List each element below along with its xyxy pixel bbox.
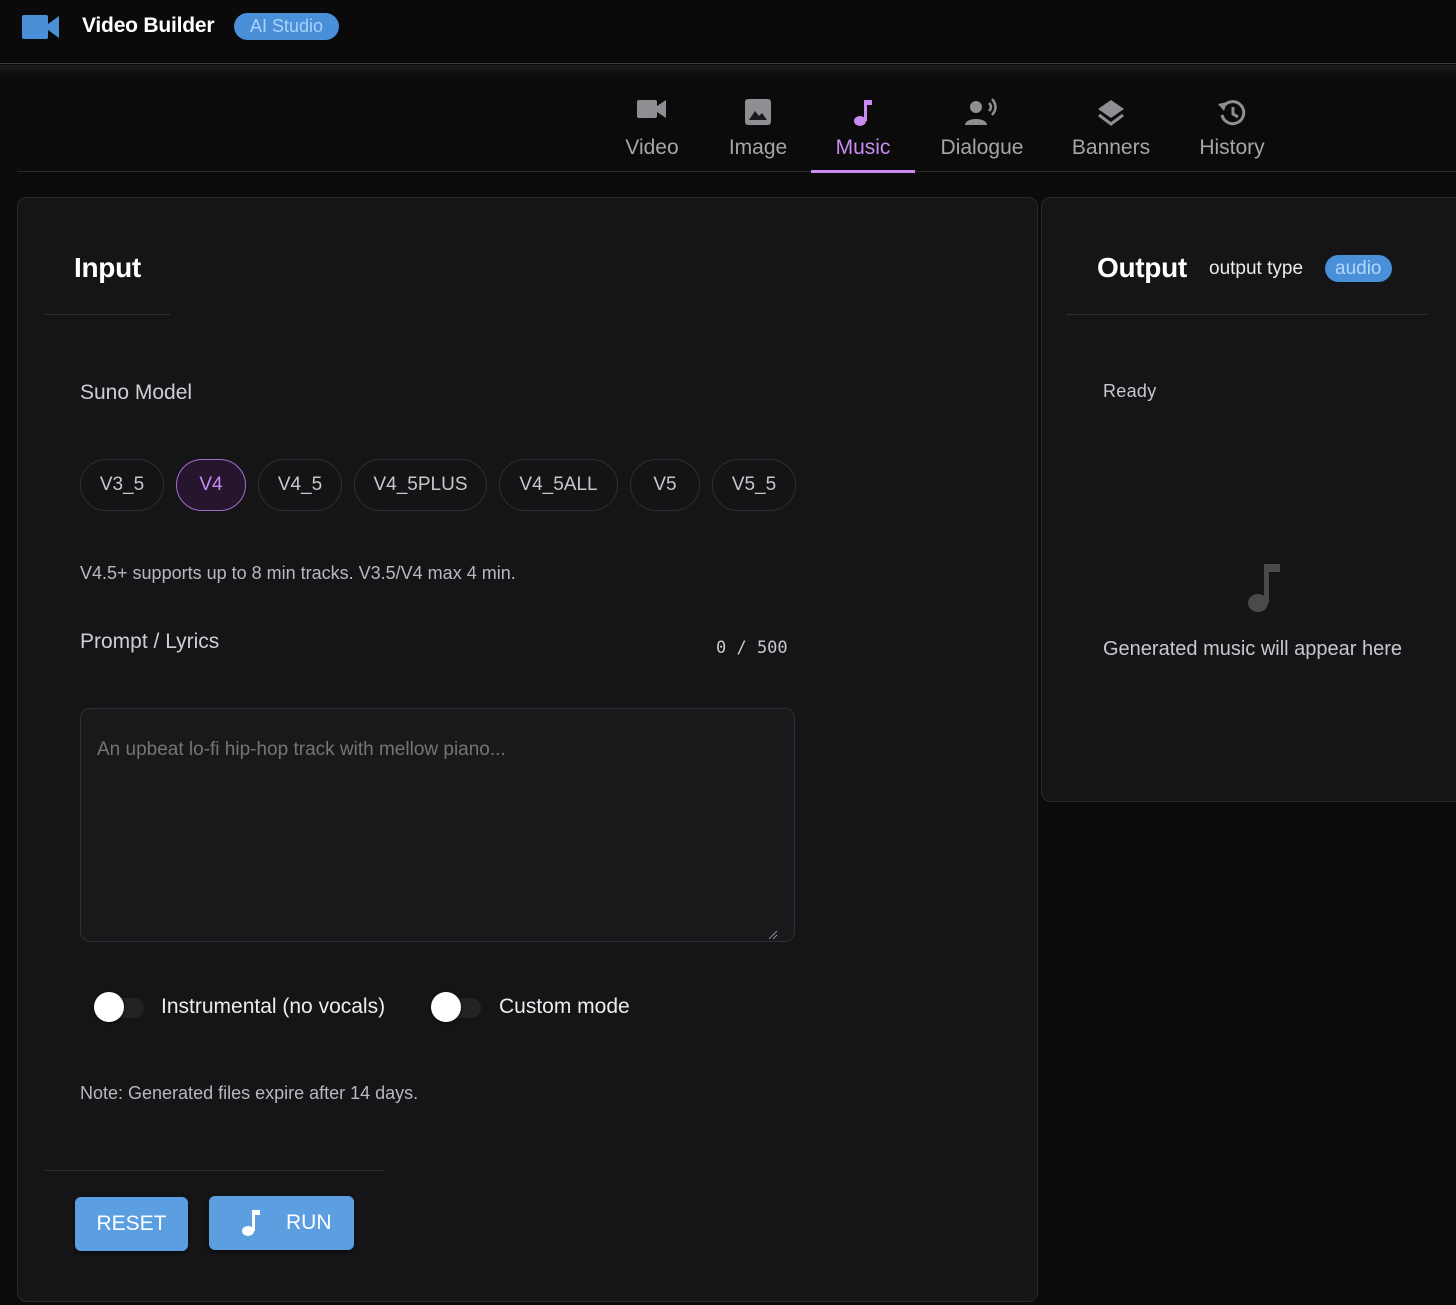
status-text: Ready (1103, 381, 1157, 401)
custom-mode-label: Custom mode (499, 995, 630, 1018)
character-counter: 0 / 500 (716, 638, 788, 658)
tab-bar: Video Image Music Dialogue Banners Histo… (17, 80, 1456, 173)
prompt-textarea[interactable] (80, 708, 795, 942)
expiry-note: Note: Generated files expire after 14 da… (80, 1083, 419, 1103)
tab-image[interactable]: Image (717, 80, 799, 172)
model-option-v3-5[interactable]: V3_5 (80, 459, 164, 511)
output-panel-title: Output (1097, 252, 1187, 283)
tab-dialogue[interactable]: Dialogue (931, 80, 1033, 172)
speaking-person-icon (965, 98, 999, 132)
run-button[interactable]: RUN (209, 1196, 354, 1250)
input-panel-title: Input (74, 252, 141, 283)
output-panel: Output output type audio Ready Generated… (1041, 197, 1456, 802)
app-bar: Video Builder AI Studio (0, 0, 1456, 64)
toggle-knob (431, 992, 461, 1022)
music-note-icon (1245, 562, 1285, 619)
music-note-icon (240, 1208, 262, 1244)
image-icon (744, 98, 772, 132)
tab-label: Banners (1071, 136, 1151, 159)
prompt-label: Prompt / Lyrics (80, 630, 220, 653)
tab-label: History (1199, 136, 1265, 159)
history-icon (1216, 98, 1248, 134)
output-type-badge: audio (1325, 255, 1392, 282)
tab-label: Image (728, 136, 788, 159)
tab-music[interactable]: Music (811, 80, 915, 173)
reset-button[interactable]: RESET (75, 1197, 188, 1251)
video-camera-icon (637, 98, 667, 126)
model-option-v5[interactable]: V5 (630, 459, 700, 511)
tab-video[interactable]: Video (611, 80, 693, 172)
divider (1066, 314, 1428, 315)
app-bar-shadow (0, 65, 1456, 77)
empty-state-message: Generated music will appear here (1103, 638, 1403, 660)
tab-history[interactable]: History (1187, 80, 1277, 172)
tab-banners[interactable]: Banners (1061, 80, 1161, 172)
instrumental-toggle[interactable] (94, 992, 144, 1022)
tab-label: Dialogue (940, 136, 1024, 159)
resize-handle-icon[interactable] (768, 927, 778, 945)
toggle-knob (94, 992, 124, 1022)
music-note-icon (852, 98, 874, 134)
instrumental-label: Instrumental (no vocals) (161, 995, 386, 1018)
model-hint: V4.5+ supports up to 8 min tracks. V3.5/… (80, 563, 516, 583)
input-panel: Input Suno Model V3_5 V4 V4_5 V4_5PLUS V… (17, 197, 1038, 1302)
model-option-v4[interactable]: V4 (176, 459, 246, 511)
layers-icon (1096, 98, 1126, 134)
tab-label: Video (625, 136, 679, 159)
divider (44, 1170, 384, 1171)
custom-mode-toggle[interactable] (431, 992, 481, 1022)
app-title: Video Builder (82, 14, 215, 37)
model-option-v4-5[interactable]: V4_5 (258, 459, 342, 511)
video-camera-icon (22, 15, 60, 44)
app-badge: AI Studio (234, 13, 340, 40)
divider (44, 314, 170, 315)
suno-model-label: Suno Model (80, 381, 193, 404)
model-option-v4-5all[interactable]: V4_5ALL (499, 459, 618, 511)
tab-label: Music (835, 136, 891, 159)
run-button-label: RUN (286, 1211, 332, 1234)
output-type-label: output type (1209, 258, 1304, 279)
model-option-v4-5plus[interactable]: V4_5PLUS (354, 459, 487, 511)
model-option-v5-5[interactable]: V5_5 (712, 459, 796, 511)
reset-button-label: RESET (96, 1212, 167, 1235)
